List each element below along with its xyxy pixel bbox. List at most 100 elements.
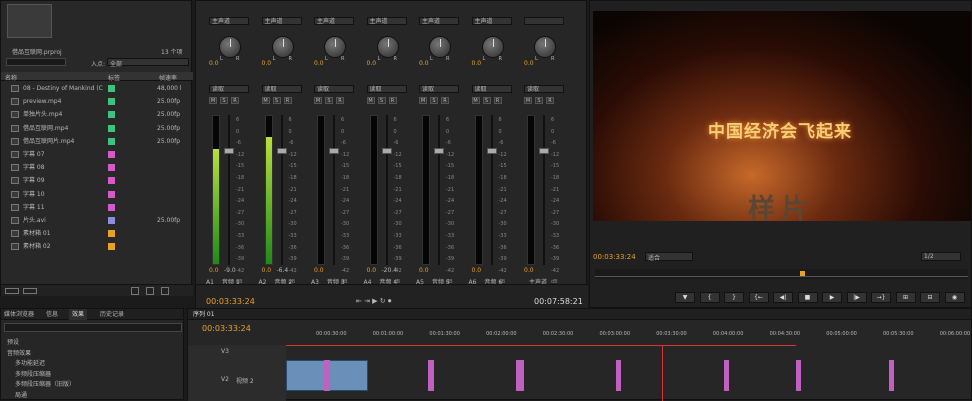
pan-value[interactable]: 0.0 [314, 60, 324, 67]
volume-value[interactable]: 0.0 [314, 267, 324, 274]
tab-sequence[interactable]: 序列 01 [190, 309, 218, 320]
list-item[interactable]: preview.mp4 25.00fp [1, 95, 191, 108]
monitor-button[interactable]: |▶ [846, 292, 867, 303]
col-rate[interactable]: 帧速率 [159, 73, 177, 82]
monitor-scrubber[interactable] [595, 269, 968, 279]
route-select[interactable]: 主声道 [366, 17, 407, 25]
mute-solo-button[interactable]: M [471, 97, 480, 104]
icon-view-icon[interactable] [23, 288, 37, 294]
list-view-icon[interactable] [5, 288, 19, 294]
monitor-button[interactable]: ⊟ [920, 292, 940, 303]
mute-solo-button[interactable]: R [388, 97, 397, 104]
mute-solo-button[interactable]: R [336, 97, 344, 104]
delete-icon[interactable] [161, 287, 169, 295]
volume-fader[interactable] [276, 148, 287, 154]
col-label[interactable]: 标签 [108, 73, 120, 82]
playhead-line[interactable] [662, 345, 663, 401]
list-item[interactable]: 素材箱 02 [1, 240, 191, 253]
effects-tree-item[interactable]: 多频段压缩器（旧版） [1, 379, 185, 390]
title-clip[interactable] [516, 360, 524, 391]
volume-value[interactable]: 0.0 [524, 267, 534, 274]
effects-tree-item[interactable]: 预设 [1, 337, 185, 348]
volume-fader[interactable] [381, 148, 392, 154]
track-v2[interactable]: V2 [221, 376, 229, 383]
tab-effects-1[interactable]: 信息 [43, 309, 61, 320]
video-frame[interactable]: 中国经济会飞起来 样片 [593, 11, 971, 221]
new-bin-icon[interactable] [131, 287, 139, 295]
fit-select[interactable]: 适合 [645, 252, 693, 262]
mute-solo-button[interactable]: S [430, 97, 438, 104]
in-point-select[interactable]: 全部 [107, 58, 189, 68]
effects-tree-item[interactable]: 多功能延迟 [1, 358, 185, 369]
list-item[interactable]: 单独片头.mp4 25.00fp [1, 108, 191, 121]
mute-solo-button[interactable]: S [377, 97, 386, 104]
tab-effects-3[interactable]: 历史记录 [97, 309, 127, 320]
mute-solo-button[interactable]: S [325, 97, 333, 104]
title-clip[interactable] [324, 360, 330, 391]
volume-value[interactable]: 0.0 [472, 267, 482, 274]
mute-solo-button[interactable]: M [524, 97, 532, 104]
volume-fader[interactable] [539, 148, 549, 154]
list-item[interactable]: 片头.avi 25.00fp [1, 214, 191, 227]
automation-select[interactable]: 读取 [261, 85, 302, 93]
pan-value[interactable]: 0.0 [367, 60, 377, 67]
new-item-icon[interactable] [146, 287, 154, 295]
effects-tree-item[interactable]: 音频效果 [1, 348, 185, 359]
pan-knob[interactable] [481, 36, 504, 58]
mute-solo-button[interactable]: M [261, 97, 270, 104]
monitor-button[interactable]: ◉ [944, 292, 965, 303]
list-item[interactable]: 借品互联网.mp4 25.00fp [1, 122, 191, 135]
mute-solo-button[interactable]: R [283, 97, 292, 104]
transport-buttons[interactable]: ⇤ ⇥ ▶ ↻ ⏺ [356, 297, 391, 306]
monitor-button[interactable]: ⊞ [895, 292, 916, 303]
monitor-timecode[interactable]: 00:03:33:24 [593, 253, 636, 261]
title-clip[interactable] [616, 360, 621, 391]
pan-value[interactable]: 0.0 [419, 60, 429, 67]
tab-effects-0[interactable]: 媒体浏览器 [1, 309, 37, 320]
track-area[interactable] [286, 309, 972, 401]
route-select[interactable]: 主声道 [314, 17, 354, 25]
route-select[interactable]: 主声道 [261, 17, 302, 25]
list-item[interactable]: 字幕 11 [1, 201, 191, 214]
mute-solo-button[interactable]: R [546, 97, 554, 104]
resolution-select[interactable]: 1/2 [921, 252, 961, 261]
title-clip[interactable] [889, 360, 894, 391]
mute-solo-button[interactable]: S [220, 97, 228, 104]
col-name[interactable]: 名称 [5, 73, 17, 82]
automation-select[interactable]: 读取 [419, 85, 459, 93]
monitor-button[interactable]: { [699, 292, 720, 303]
list-item[interactable]: 字幕 07 [1, 148, 191, 161]
route-select[interactable]: 主声道 [209, 17, 249, 25]
list-item[interactable]: 字幕 10 [1, 188, 191, 201]
monitor-button[interactable]: {← [748, 292, 769, 303]
pan-knob[interactable] [271, 36, 294, 58]
pan-knob[interactable] [534, 36, 556, 58]
list-item[interactable]: 素材箱 01 [1, 227, 191, 240]
list-item[interactable]: 字幕 08 [1, 161, 191, 174]
mute-solo-button[interactable]: R [231, 97, 239, 104]
volume-value[interactable]: 0.0 [209, 267, 219, 274]
volume-fader[interactable] [224, 148, 234, 154]
route-select[interactable]: 主声道 [419, 17, 459, 25]
mute-solo-button[interactable]: R [441, 97, 449, 104]
pan-value[interactable]: 0.0 [472, 60, 482, 67]
volume-fader[interactable] [486, 148, 497, 154]
mute-solo-button[interactable]: M [209, 97, 217, 104]
monitor-button[interactable]: ◀| [773, 292, 793, 303]
mute-solo-button[interactable]: S [482, 97, 491, 104]
volume-value[interactable]: 0.0 [262, 267, 272, 274]
route-select[interactable]: 主声道 [471, 17, 512, 25]
list-item[interactable]: 借品互联网片.mp4 25.00fp [1, 135, 191, 148]
automation-select[interactable]: 读取 [209, 85, 249, 93]
pan-value[interactable]: 0.0 [524, 60, 534, 67]
automation-select[interactable]: 读取 [366, 85, 407, 93]
route-select[interactable] [524, 17, 564, 25]
monitor-button[interactable]: →} [871, 292, 891, 303]
pan-knob[interactable] [324, 36, 346, 58]
mute-solo-button[interactable]: S [272, 97, 281, 104]
volume-fader[interactable] [434, 148, 444, 154]
list-item[interactable]: 字幕 09 [1, 174, 191, 187]
monitor-button[interactable]: ▼ [675, 292, 695, 303]
mute-solo-button[interactable]: M [419, 97, 427, 104]
automation-select[interactable]: 读取 [314, 85, 354, 93]
